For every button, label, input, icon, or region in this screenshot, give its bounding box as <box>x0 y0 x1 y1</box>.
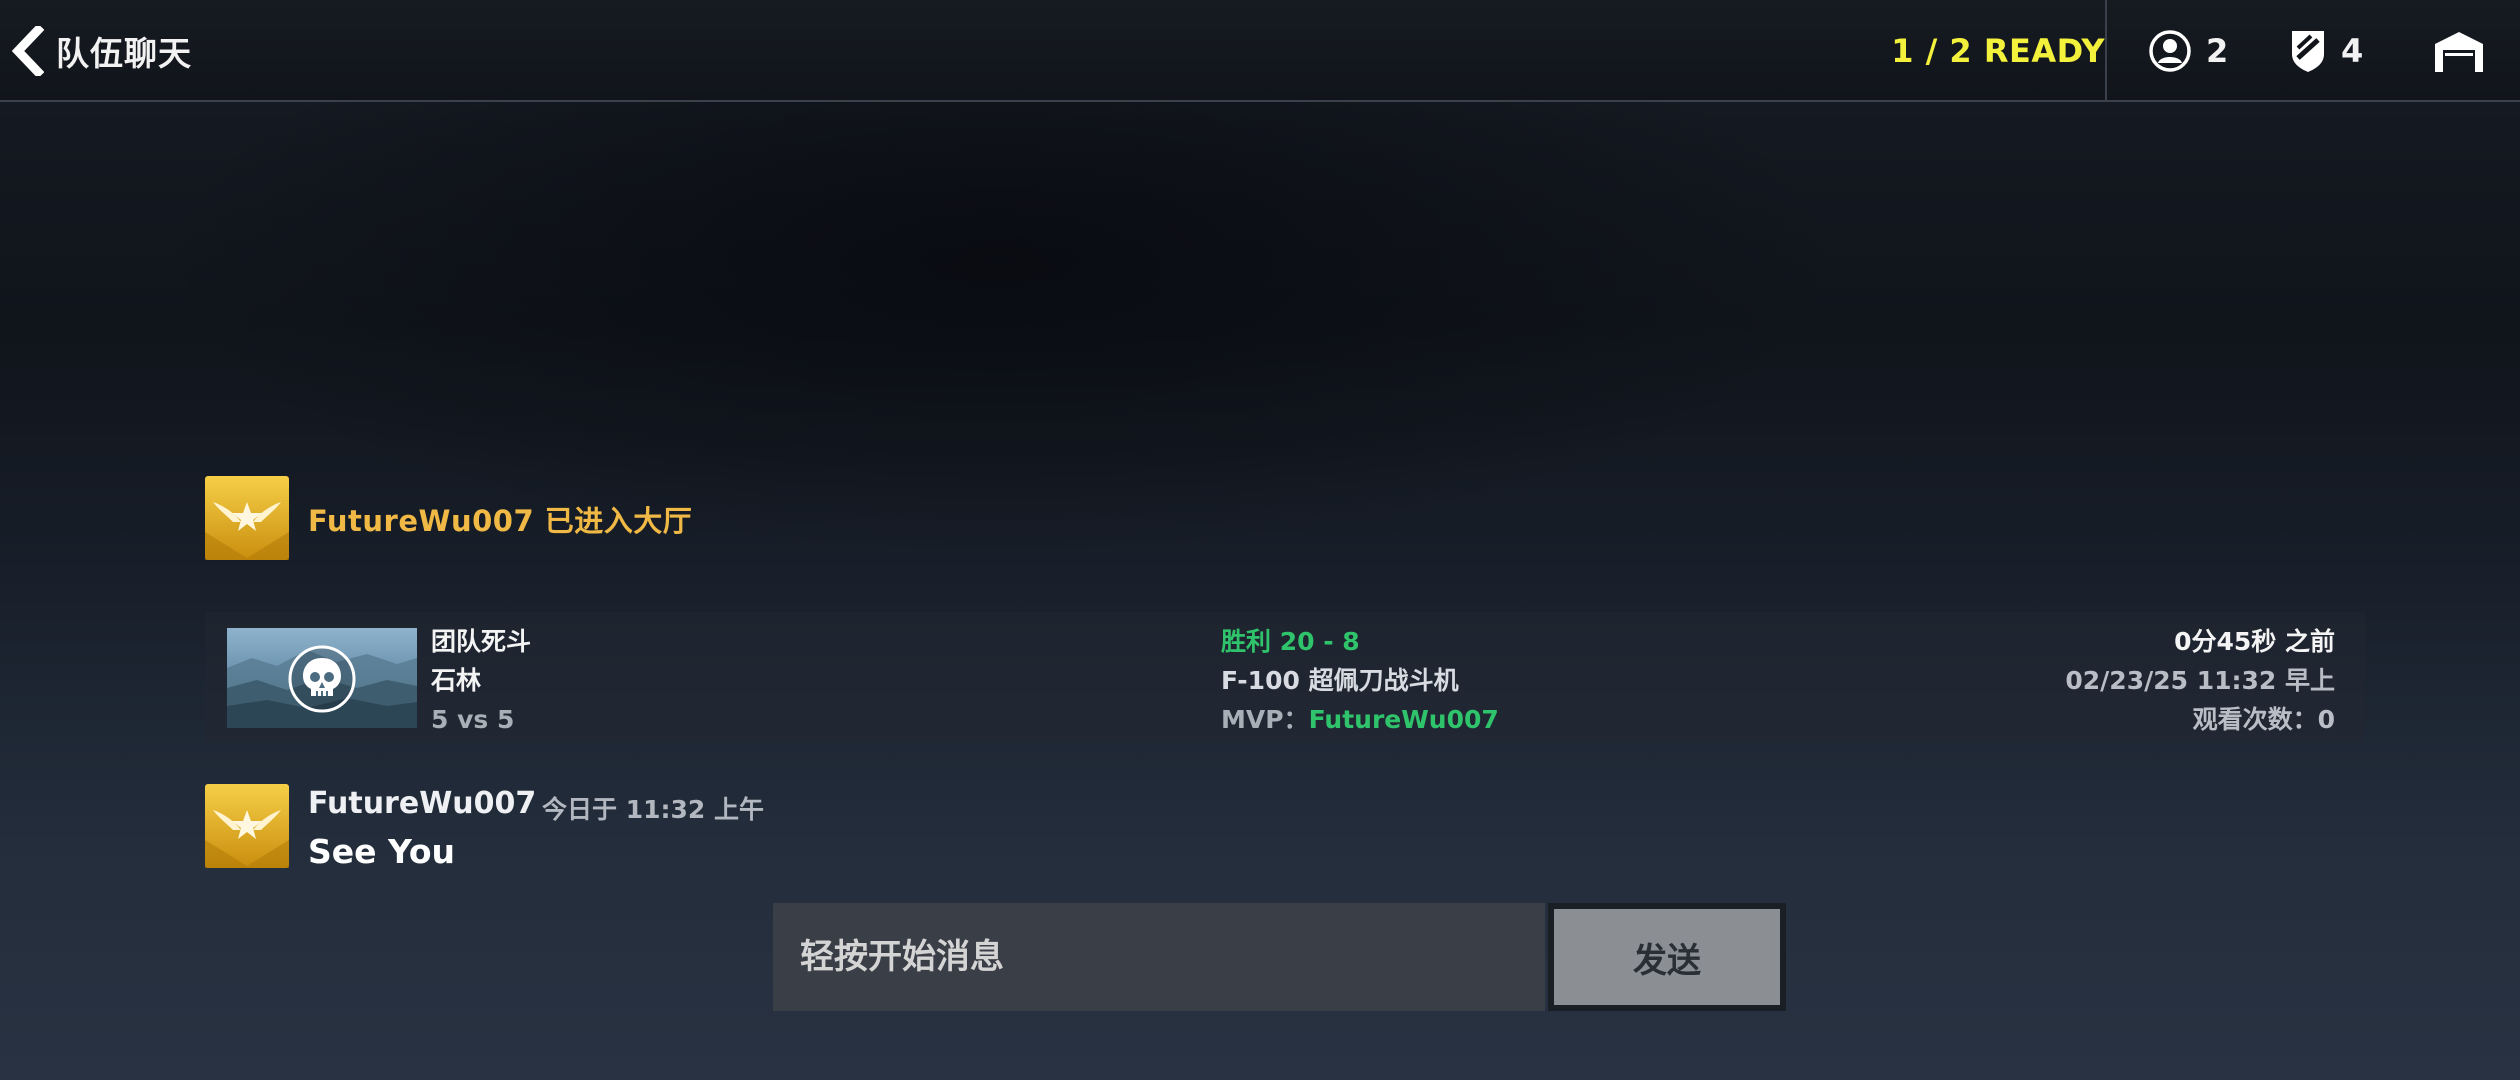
topbar-divider <box>2105 0 2107 102</box>
top-bar: 队伍聊天 1 / 2 READY 2 4 <box>0 0 2520 102</box>
gold-wings-star-icon <box>205 784 289 868</box>
player-count-indicator[interactable]: 2 <box>2148 0 2228 102</box>
match-result-card[interactable]: 团队死斗 石林 5 vs 5 胜利 20 - 8 F-100 超佩刀战斗机 MV… <box>205 612 2365 742</box>
chat-timestamp: 今日于 11:32 上午 <box>542 795 764 824</box>
match-aircraft: F-100 超佩刀战斗机 <box>1221 666 1459 695</box>
skull-icon <box>288 645 356 713</box>
player-count: 2 <box>2206 32 2229 70</box>
match-result: 胜利 20 - 8 <box>1221 627 1360 656</box>
match-time-ago: 0分45秒 之前 <box>2174 627 2335 656</box>
mvp-label: MVP： <box>1221 705 1309 734</box>
gold-wings-star-icon <box>205 476 289 560</box>
match-meta: 0分45秒 之前 02/23/25 11:32 早上 观看次数：0 <box>2065 622 2335 739</box>
match-views: 观看次数：0 <box>2192 705 2335 734</box>
mvp-name: FutureWu007 <box>1308 705 1499 734</box>
chat-message-text: See You <box>308 832 456 871</box>
send-button-label: 发送 <box>1554 909 1780 1005</box>
page-title: 队伍聊天 <box>56 34 192 73</box>
message-input[interactable] <box>773 903 1545 1011</box>
back-button[interactable]: 队伍聊天 <box>0 0 240 102</box>
chat-username[interactable]: FutureWu007 <box>308 786 536 821</box>
match-result-info: 胜利 20 - 8 F-100 超佩刀战斗机 MVP：FutureWu007 <box>1221 622 1499 742</box>
match-mode: 团队死斗 <box>431 627 532 656</box>
ready-status: 1 / 2 READY <box>1891 32 2105 70</box>
hangar-icon[interactable] <box>2433 28 2485 74</box>
send-button[interactable]: 发送 <box>1548 903 1786 1011</box>
match-info: 团队死斗 石林 5 vs 5 <box>431 622 531 739</box>
system-message: FutureWu007 已进入大厅 <box>308 504 693 538</box>
shield-icon <box>2292 31 2324 72</box>
user-circle-icon <box>2149 30 2191 72</box>
match-team-size: 5 vs 5 <box>431 705 515 734</box>
map-thumbnail <box>227 628 417 728</box>
match-map: 石林 <box>431 666 482 695</box>
rank-indicator[interactable]: 4 <box>2289 0 2363 102</box>
rank-count: 4 <box>2341 32 2364 70</box>
chevron-left-icon <box>11 26 44 76</box>
match-datetime: 02/23/25 11:32 早上 <box>2065 666 2335 695</box>
